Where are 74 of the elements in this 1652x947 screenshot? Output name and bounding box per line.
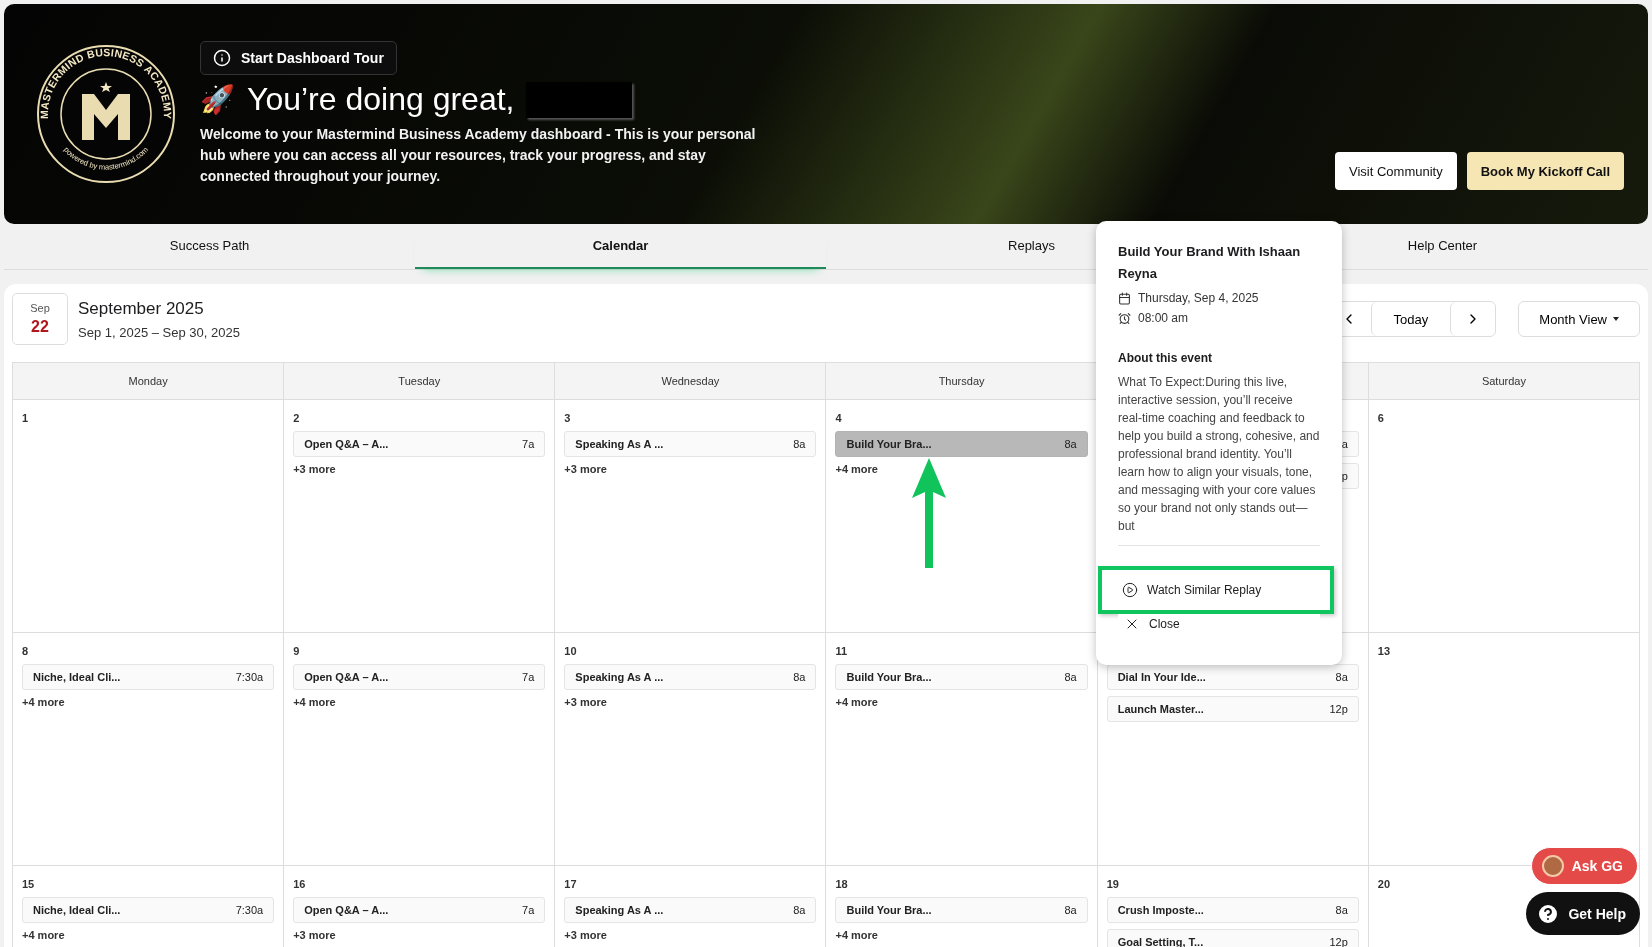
weekday-header: Saturday <box>1368 363 1640 400</box>
day-number: 4 <box>835 412 843 425</box>
caret-icon <box>1613 317 1619 321</box>
day-number: 16 <box>293 878 307 891</box>
day-number: 6 <box>1377 412 1385 425</box>
day-number: 9 <box>293 645 301 658</box>
event-chip[interactable]: Niche, Ideal Cli... 7:30a <box>22 897 275 923</box>
tour-button[interactable]: Start Dashboard Tour <box>200 41 397 75</box>
next-button[interactable] <box>1450 302 1496 336</box>
day-number: 1 <box>22 412 30 425</box>
more-link[interactable]: +3 more <box>293 929 546 941</box>
day-number: 13 <box>1377 645 1392 658</box>
alarm-clock-icon <box>1118 311 1131 325</box>
date-range: Sep 1, 2025 – Sep 30, 2025 <box>78 324 240 340</box>
rocket-icon: 🚀 <box>200 83 235 116</box>
more-link[interactable]: +4 more <box>835 463 1088 475</box>
nav-tab[interactable]: Calendar <box>415 224 826 269</box>
event-chip[interactable]: Open Q&A – A... 7a <box>293 897 546 923</box>
play-icon <box>1122 582 1138 598</box>
day-number: 2 <box>293 412 301 425</box>
more-link[interactable]: +4 more <box>835 929 1088 941</box>
event-chip[interactable]: Build Your Bra... 8a <box>835 664 1088 690</box>
assistant-button[interactable]: Ask GG <box>1530 847 1638 885</box>
nav-tab[interactable]: Success Path <box>4 224 415 269</box>
event-chip[interactable]: Speaking As A ... 8a <box>564 664 817 690</box>
event-chip[interactable]: Niche, Ideal Cli... 7:30a <box>22 664 275 690</box>
view-dropdown[interactable]: Month View <box>1518 301 1640 337</box>
replay-button[interactable]: Watch Similar Replay <box>1098 566 1334 614</box>
event-chip[interactable]: Crush Imposte... 8a <box>1106 897 1359 923</box>
day-number: 10 <box>564 645 578 658</box>
community-button[interactable]: Visit Community <box>1335 152 1457 190</box>
event-chip[interactable]: Build Your Bra... 8a <box>835 431 1088 457</box>
day-number: 17 <box>564 878 578 891</box>
more-link[interactable]: +3 more <box>293 463 546 475</box>
more-link[interactable]: +4 more <box>835 696 1088 708</box>
more-link[interactable]: +4 more <box>293 696 546 708</box>
event-chip[interactable]: Speaking As A ... 8a <box>564 897 817 923</box>
help-button[interactable]: Get Help <box>1526 892 1640 935</box>
event-date: Thursday, Sep 4, 2025 <box>1138 291 1259 305</box>
more-link[interactable]: +4 more <box>22 929 275 941</box>
day-number: 3 <box>564 412 572 425</box>
badge-month: Sep <box>30 302 50 314</box>
calendar-title: September 2025 <box>78 298 204 319</box>
event-chip[interactable]: Launch Master... 12p <box>1106 696 1359 722</box>
weekday-header: Tuesday <box>284 363 556 400</box>
event-time: 08:00 am <box>1138 311 1189 325</box>
calendar-icon <box>1118 291 1131 305</box>
weekday-header: Thursday <box>826 363 1098 400</box>
event-chip[interactable]: Build Your Bra... 8a <box>835 897 1088 923</box>
more-link[interactable]: +4 more <box>22 696 275 708</box>
day-number: 20 <box>1377 878 1392 891</box>
more-link[interactable]: +3 more <box>564 463 817 475</box>
info-icon <box>213 49 231 67</box>
event-chip[interactable]: Speaking As A ... 8a <box>564 431 817 457</box>
weekday-header: Monday <box>13 363 285 400</box>
welcome-text: Welcome to your Mastermind Business Academy dashboard - This is your personal hub where you can access all your resources, track your progress, and stay connected throughout your journey. <box>200 125 757 186</box>
day-number: 18 <box>835 878 849 891</box>
day-number: 8 <box>22 645 30 658</box>
day-number: 19 <box>1106 878 1120 891</box>
event-description: What To Expect:During this live, interactive session, you’ll receive real-time coaching and feedback to help you build a strong, cohesive, and professional brand identity. You’ll learn how to align your visuals, tone, and messaging with your core values so your brand not only stands out—but <box>1118 374 1320 535</box>
weekday-header: Wednesday <box>555 363 827 400</box>
avatar-icon <box>1541 855 1564 877</box>
greeting-heading: You’re doing great, <box>247 81 515 118</box>
event-chip[interactable]: Dial In Your Ide... 8a <box>1106 664 1359 690</box>
kickoff-button[interactable]: Book My Kickoff Call <box>1466 152 1624 190</box>
more-link[interactable]: +3 more <box>564 929 817 941</box>
day-number: 15 <box>22 878 36 891</box>
event-chip[interactable]: Open Q&A – A... 7a <box>293 431 546 457</box>
event-chip[interactable]: Open Q&A – A... 7a <box>293 664 546 690</box>
about-heading: About this event <box>1118 351 1213 365</box>
more-link[interactable]: +3 more <box>564 696 817 708</box>
day-number: 11 <box>835 645 849 658</box>
event-title: Build Your Brand With Ishaan Reyna <box>1118 243 1302 283</box>
badge-day: 22 <box>31 318 49 336</box>
